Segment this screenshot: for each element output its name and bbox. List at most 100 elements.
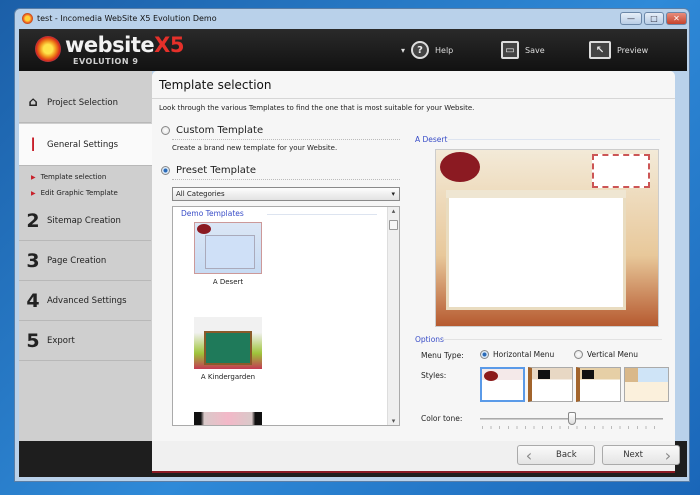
divider — [267, 214, 377, 215]
template-list[interactable]: Demo Templates A Desert A Kindergarden ▴ — [172, 206, 400, 426]
chevron-right-icon: › — [664, 445, 672, 465]
step-number: 2 — [26, 209, 40, 232]
template-thumbnail — [194, 317, 262, 369]
minimize-button[interactable]: — — [620, 12, 642, 25]
scroll-thumb[interactable] — [389, 220, 398, 230]
preset-template-label: Preset Template — [176, 165, 256, 176]
list-group-header: Demo Templates — [181, 209, 244, 218]
maximize-button[interactable]: □ — [644, 12, 664, 25]
help-icon: ? — [411, 41, 430, 59]
custom-template-label: Custom Template — [176, 125, 264, 136]
category-select[interactable]: All Categories ▾ — [172, 187, 400, 201]
save-button[interactable]: ▭ Save — [501, 39, 545, 61]
sidebar-item-general-settings[interactable]: I General Settings — [19, 124, 156, 166]
close-button[interactable]: ✕ — [666, 12, 687, 25]
divider — [172, 139, 400, 140]
custom-template-description: Create a brand new template for your Web… — [172, 144, 338, 152]
back-button[interactable]: ‹ Back — [517, 445, 595, 465]
slider-ticks — [482, 426, 662, 429]
style-option-2[interactable] — [528, 367, 573, 402]
vertical-menu-radio[interactable]: Vertical Menu — [574, 350, 638, 359]
sidebar-item-label: Export — [47, 335, 75, 346]
sidebar-item-label: Sitemap Creation — [47, 215, 121, 226]
back-label: Back — [556, 450, 577, 460]
bullet-icon: ▶ — [31, 174, 36, 181]
horizontal-menu-radio[interactable]: Horizontal Menu — [480, 350, 554, 359]
custom-template-radio[interactable]: Custom Template — [161, 125, 263, 136]
page-title: Template selection — [159, 78, 272, 92]
sidebar-item-page-creation[interactable]: 3 Page Creation — [19, 241, 151, 281]
app-icon — [22, 13, 33, 24]
page-description: Look through the various Templates to fi… — [159, 104, 475, 112]
sidebar-item-label: General Settings — [47, 139, 119, 150]
sidebar: ⌂ Project Selection I General Settings ▶… — [19, 71, 156, 441]
divider — [442, 339, 662, 340]
template-thumbnail[interactable] — [194, 412, 262, 425]
style-option-1[interactable] — [480, 367, 525, 402]
next-label: Next — [623, 450, 643, 460]
chevron-left-icon: ‹ — [525, 445, 533, 465]
next-button[interactable]: Next › — [602, 445, 680, 465]
radio-selected-icon — [480, 350, 489, 359]
list-item-a-desert[interactable]: A Desert — [173, 222, 283, 292]
logo-edition: EVOLUTION 9 — [73, 57, 139, 66]
vertical-menu-label: Vertical Menu — [587, 350, 639, 359]
sidebar-item-label: Project Selection — [47, 97, 118, 108]
template-name: A Kindergarden — [200, 373, 256, 381]
sidebar-item-project-selection[interactable]: ⌂ Project Selection — [19, 83, 151, 123]
preview-label: Preview — [617, 45, 649, 55]
divider — [152, 98, 675, 99]
sidebar-subitem-template-selection[interactable]: ▶ Template selection — [31, 173, 106, 181]
sidebar-item-label: Page Creation — [47, 255, 107, 266]
color-tone-slider-thumb[interactable] — [567, 412, 576, 425]
category-select-value: All Categories — [176, 190, 225, 198]
sidebar-item-sitemap-creation[interactable]: 2 Sitemap Creation — [19, 201, 151, 241]
subitem-label: Template selection — [40, 173, 107, 181]
scroll-up-icon[interactable]: ▴ — [388, 207, 399, 215]
template-name: A Desert — [212, 278, 244, 286]
style-option-3[interactable] — [576, 367, 621, 402]
styles-label: Styles: — [421, 371, 447, 380]
radio-selected-icon — [161, 166, 170, 175]
scroll-down-icon[interactable]: ▾ — [388, 417, 399, 425]
title-bar[interactable]: test - Incomedia WebSite X5 Evolution De… — [15, 9, 689, 29]
style-option-4[interactable] — [624, 367, 669, 402]
sidebar-subitem-edit-graphic-template[interactable]: ▶ Edit Graphic Template — [31, 189, 118, 197]
sidebar-item-label: Advanced Settings — [47, 295, 127, 306]
dropdown-arrow-icon: ▾ — [401, 45, 406, 55]
logo: websiteX5 — [65, 33, 184, 57]
help-button[interactable]: ▾ ? Help — [401, 39, 453, 61]
footer-panel: ‹ Back Next › — [152, 441, 680, 473]
step-number: 4 — [26, 289, 40, 312]
subitem-label: Edit Graphic Template — [40, 189, 118, 197]
sidebar-item-export[interactable]: 5 Export — [19, 321, 151, 361]
options-header: Options — [415, 335, 444, 344]
preview-monitor-icon: ↖ — [589, 41, 611, 59]
save-label: Save — [525, 45, 545, 55]
divider — [172, 179, 400, 180]
home-icon: ⌂ — [28, 95, 38, 110]
divider — [448, 139, 660, 140]
color-tone-label: Color tone: — [421, 414, 463, 423]
step-number: I — [30, 133, 36, 156]
list-item-a-kindergarden[interactable]: A Kindergarden — [173, 317, 283, 387]
preview-button[interactable]: ↖ Preview — [589, 39, 648, 61]
app-window: test - Incomedia WebSite X5 Evolution De… — [14, 8, 690, 482]
header-bar: websiteX5 EVOLUTION 9 ▾ ? Help ▭ Save ↖ … — [19, 29, 687, 71]
template-preview — [435, 149, 659, 327]
chevron-down-icon: ▾ — [391, 190, 395, 198]
logo-icon — [35, 36, 61, 62]
step-number: 5 — [26, 329, 40, 352]
selected-template-label: A Desert — [415, 135, 448, 144]
template-thumbnail — [194, 222, 262, 274]
window-title: test - Incomedia WebSite X5 Evolution De… — [37, 14, 217, 23]
step-number: 3 — [26, 249, 40, 272]
sidebar-item-advanced-settings[interactable]: 4 Advanced Settings — [19, 281, 151, 321]
save-icon: ▭ — [501, 41, 519, 59]
bullet-icon: ▶ — [31, 190, 36, 197]
preset-template-radio[interactable]: Preset Template — [161, 165, 256, 176]
list-scrollbar[interactable]: ▴ ▾ — [387, 207, 399, 425]
footer-bar: ‹ Back Next › — [19, 441, 687, 477]
radio-icon — [161, 126, 170, 135]
main-panel: Template selection Look through the vari… — [152, 71, 675, 441]
